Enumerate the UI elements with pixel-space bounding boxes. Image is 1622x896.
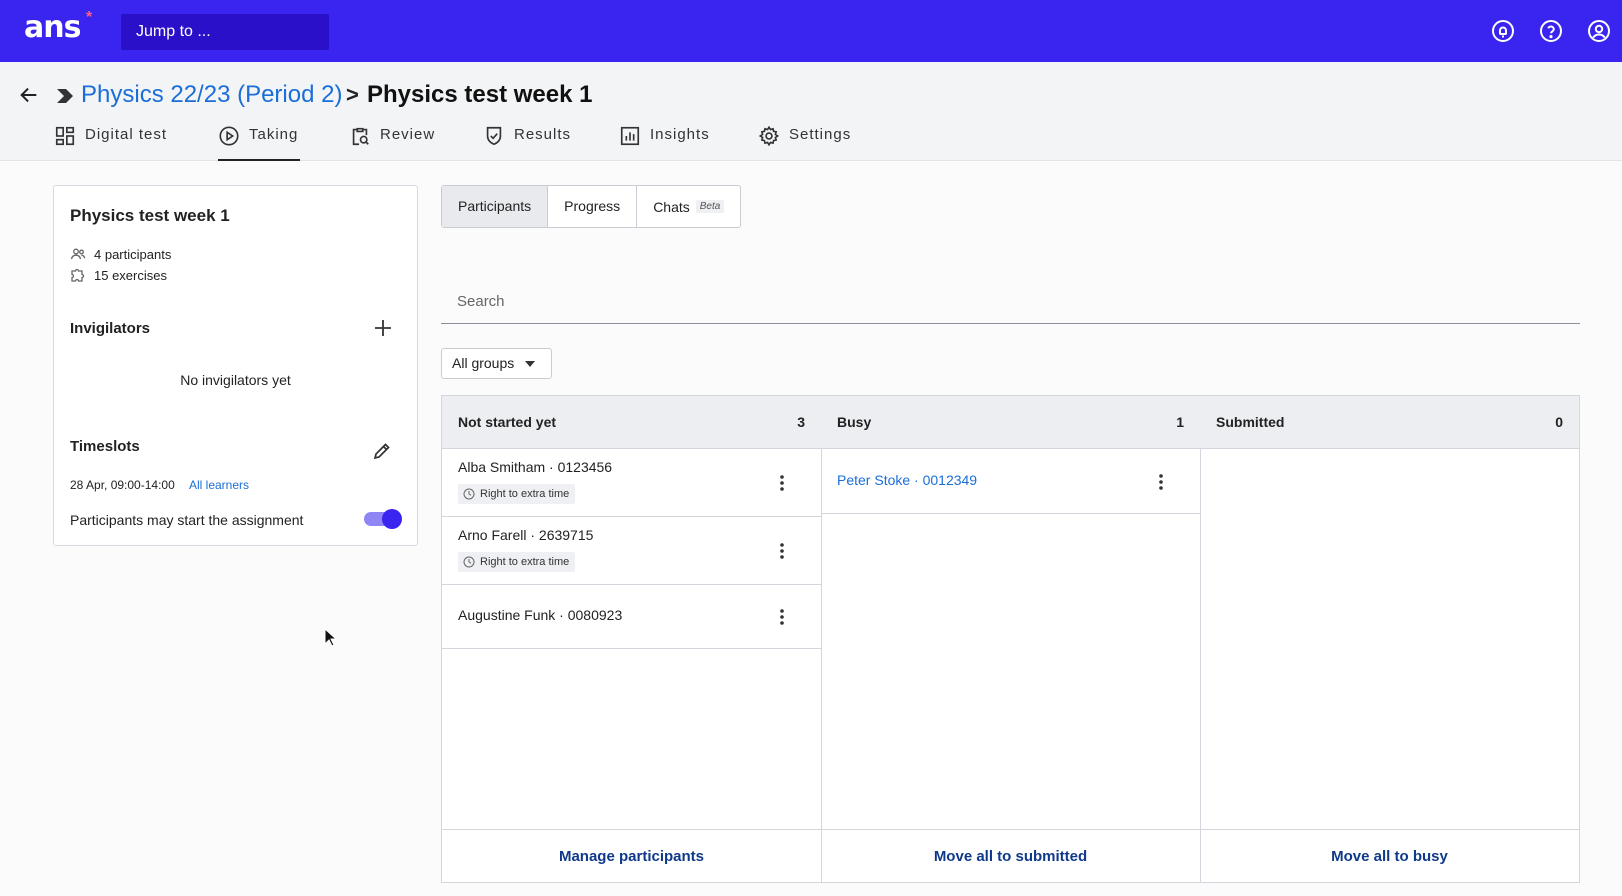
tab-participants[interactable]: Participants bbox=[442, 186, 549, 227]
account-icon[interactable] bbox=[1587, 19, 1611, 43]
participant-name: Arno Farell · 2639715 bbox=[458, 527, 594, 543]
tab-settings[interactable]: Settings bbox=[758, 121, 851, 161]
edit-timeslots-icon[interactable] bbox=[371, 440, 393, 462]
course-chevron-icon bbox=[57, 89, 73, 103]
dashboard-icon bbox=[55, 126, 75, 146]
move-all-to-submitted-button[interactable]: Move all to submitted bbox=[821, 829, 1200, 882]
participants-board: Not started yet 3 Alba Smitham · 0123456… bbox=[441, 395, 1580, 883]
invigilators-label: Invigilators bbox=[70, 320, 151, 337]
column-title: Submitted bbox=[1216, 414, 1285, 430]
tab-label: Insights bbox=[650, 126, 710, 143]
tag-label: Right to extra time bbox=[480, 556, 570, 568]
participant-name-link[interactable]: Peter Stoke · 0012349 bbox=[837, 472, 977, 488]
tab-label: Review bbox=[380, 126, 436, 143]
tab-label: Digital test bbox=[85, 126, 168, 143]
more-options-icon[interactable] bbox=[1158, 473, 1164, 491]
tab-label: Results bbox=[514, 126, 572, 143]
help-icon[interactable] bbox=[1539, 19, 1563, 43]
column-count: 1 bbox=[1176, 414, 1184, 430]
gear-icon bbox=[758, 125, 780, 147]
exercises-text: 15 exercises bbox=[94, 267, 167, 283]
column-title: Not started yet bbox=[458, 414, 557, 430]
timeslot-time: 28 Apr, 09:00-14:00 bbox=[70, 478, 175, 492]
manage-participants-button[interactable]: Manage participants bbox=[442, 829, 821, 882]
invigilators-empty-note: No invigilators yet bbox=[180, 372, 291, 388]
beta-badge: Beta bbox=[695, 200, 725, 213]
column-header: Not started yet 3 bbox=[442, 396, 821, 449]
clock-icon bbox=[463, 488, 475, 500]
tab-progress[interactable]: Progress bbox=[548, 186, 638, 227]
column-not-started: Not started yet 3 Alba Smitham · 0123456… bbox=[442, 396, 822, 882]
chats-label: Chats bbox=[653, 199, 690, 215]
column-submitted: Submitted 0 Move all to busy bbox=[1200, 396, 1579, 882]
tab-taking[interactable]: Taking bbox=[218, 121, 300, 161]
mouse-cursor-icon bbox=[324, 628, 338, 647]
toggle-knob bbox=[382, 509, 402, 529]
clipboard-search-icon bbox=[352, 127, 369, 146]
column-count: 3 bbox=[797, 414, 805, 430]
logo-mark: * bbox=[86, 9, 93, 26]
view-tabs: Participants Progress Chats Beta bbox=[441, 185, 742, 228]
clock-icon bbox=[463, 556, 475, 568]
column-busy: Busy 1 Peter Stoke · 0012349 Move all to… bbox=[821, 396, 1201, 882]
tab-label: Settings bbox=[789, 126, 852, 143]
play-icon bbox=[219, 126, 239, 146]
column-header: Submitted 0 bbox=[1200, 396, 1579, 449]
extra-time-tag: Right to extra time bbox=[458, 484, 576, 504]
column-header: Busy 1 bbox=[821, 396, 1200, 449]
participant-name: Alba Smitham · 0123456 bbox=[458, 459, 613, 475]
more-options-icon[interactable] bbox=[779, 542, 785, 560]
top-bar: ans * Jump to ... bbox=[0, 0, 1622, 62]
group-filter-value: All groups bbox=[452, 355, 515, 371]
jump-to-search[interactable]: Jump to ... bbox=[121, 14, 329, 50]
puzzle-icon bbox=[71, 268, 85, 282]
page-title: Physics test week 1 bbox=[367, 81, 593, 108]
tab-chats[interactable]: Chats Beta bbox=[637, 186, 740, 227]
more-options-icon[interactable] bbox=[779, 474, 785, 492]
extra-time-tag: Right to extra time bbox=[458, 552, 576, 572]
breadcrumb-parent-link[interactable]: Physics 22/23 (Period 2) bbox=[81, 79, 342, 111]
add-invigilator-icon[interactable] bbox=[372, 317, 394, 339]
search-input[interactable] bbox=[441, 279, 1580, 324]
participant-row[interactable]: Alba Smitham · 0123456 Right to extra ti… bbox=[442, 449, 821, 517]
column-title: Busy bbox=[837, 414, 872, 430]
caret-down-icon bbox=[525, 361, 535, 367]
shield-check-icon bbox=[486, 126, 502, 146]
column-count: 0 bbox=[1555, 414, 1563, 430]
notifications-icon[interactable] bbox=[1491, 19, 1515, 43]
test-summary-card: Physics test week 1 4 participants 15 ex… bbox=[53, 185, 418, 546]
participants-count: 4 participants bbox=[70, 246, 171, 262]
participant-row[interactable]: Peter Stoke · 0012349 bbox=[821, 449, 1200, 514]
exercises-count: 15 exercises bbox=[70, 267, 167, 283]
participants-text: 4 participants bbox=[94, 246, 172, 262]
group-filter-dropdown[interactable]: All groups bbox=[441, 348, 552, 379]
tab-review[interactable]: Review bbox=[349, 121, 435, 161]
back-arrow-icon[interactable] bbox=[18, 84, 40, 106]
participant-name: Augustine Funk · 0080923 bbox=[458, 607, 623, 623]
tab-insights[interactable]: Insights bbox=[619, 121, 710, 161]
breadcrumb-separator: > bbox=[346, 82, 359, 107]
tag-label: Right to extra time bbox=[480, 488, 570, 500]
people-icon bbox=[70, 248, 86, 260]
tab-results[interactable]: Results bbox=[483, 121, 571, 161]
move-all-to-busy-button[interactable]: Move all to busy bbox=[1200, 829, 1579, 882]
chart-icon bbox=[620, 126, 640, 146]
start-assignment-toggle[interactable] bbox=[364, 507, 402, 531]
timeslots-label: Timeslots bbox=[70, 438, 140, 455]
participant-row[interactable]: Arno Farell · 2639715 Right to extra tim… bbox=[442, 517, 821, 585]
app-logo[interactable]: ans bbox=[24, 10, 81, 46]
tab-digital-test[interactable]: Digital test bbox=[54, 121, 167, 161]
timeslot-scope-link[interactable]: All learners bbox=[189, 478, 249, 492]
summary-title: Physics test week 1 bbox=[70, 206, 230, 225]
start-assignment-label: Participants may start the assignment bbox=[70, 512, 304, 528]
more-options-icon[interactable] bbox=[779, 608, 785, 626]
participant-row[interactable]: Augustine Funk · 0080923 bbox=[442, 585, 821, 649]
tab-label: Taking bbox=[249, 126, 299, 143]
